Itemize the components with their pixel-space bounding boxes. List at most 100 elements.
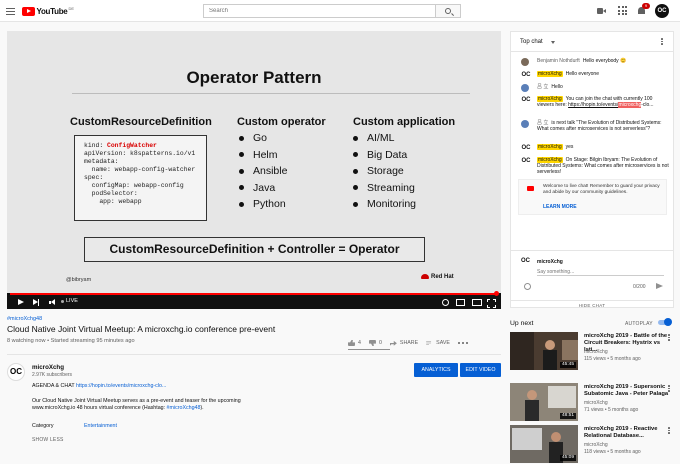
send-icon[interactable] <box>656 283 663 289</box>
application-item: Storage <box>353 163 416 180</box>
description-link[interactable]: https://hopin.to/events/microxchg-clo... <box>76 383 166 389</box>
chat-more-icon[interactable] <box>661 38 663 46</box>
video-hashtag[interactable]: #microXchg48 <box>7 316 42 322</box>
live-text: LIVE <box>66 298 78 304</box>
chevron-down-icon[interactable] <box>551 41 555 44</box>
menu-icon[interactable] <box>6 6 15 15</box>
recommended-more-icon[interactable] <box>668 334 670 342</box>
apps-grid-icon[interactable] <box>618 6 628 16</box>
chat-link-highlight[interactable]: microxchg <box>618 102 642 109</box>
like-button[interactable]: 4 <box>348 340 361 346</box>
chat-author-owner-badge: microXchg <box>537 144 563 150</box>
slide-title: Operator Pattern <box>186 68 322 87</box>
slide-formula: CustomResourceDefinition + Controller = … <box>84 237 425 262</box>
operator-item: Ansible <box>239 163 287 180</box>
scrubber-handle[interactable] <box>494 291 499 296</box>
logo-text: YouTube <box>36 6 68 16</box>
video-duration: 45:45 <box>559 362 576 368</box>
live-indicator[interactable]: LIVE <box>61 298 78 304</box>
video-title: Cloud Native Joint Virtual Meetup: A mic… <box>7 324 276 334</box>
theater-mode-icon[interactable] <box>472 299 482 306</box>
miniplayer-icon[interactable] <box>456 299 465 306</box>
description-text: AGENDA & CHAT <box>32 383 76 389</box>
settings-gear-icon[interactable] <box>441 299 449 306</box>
code-kind-key: kind: <box>84 142 108 149</box>
video-player[interactable]: Operator Pattern CustomResourceDefinitio… <box>7 31 501 309</box>
chat-text: Hello everyone <box>565 71 599 77</box>
recommended-channel[interactable]: microXchg <box>584 442 608 448</box>
show-less-button[interactable]: SHOW LESS <box>32 437 64 443</box>
next-icon[interactable] <box>33 299 41 306</box>
share-button[interactable]: SHARE <box>389 340 418 346</box>
chat-link[interactable]: https://hopin.to/events/ <box>568 102 618 108</box>
learn-more-link[interactable]: LEARN MORE <box>543 204 577 210</box>
dislike-button[interactable]: 0 <box>368 340 382 346</box>
video-thumbnail[interactable]: 45:09 <box>510 425 578 463</box>
volume-icon[interactable] <box>49 299 57 306</box>
speaker-handle: @bibryam <box>66 277 92 283</box>
chat-message: OC microXchg On Stage: Bilgin Ibryam: The… <box>521 157 669 176</box>
chat-mode-dropdown[interactable]: Top chat <box>520 39 543 45</box>
operator-item: Helm <box>239 147 287 164</box>
operator-item: Java <box>239 180 287 197</box>
youtube-logo[interactable]: YouTube DE <box>22 6 74 16</box>
chat-author-owner-badge: microXchg <box>537 71 563 77</box>
chat-text: Hello <box>551 84 563 90</box>
video-meta: 8 watching now • Started streaming 95 mi… <box>7 338 135 344</box>
recommended-video[interactable]: 45:09 microXchg 2019 - Reactive Relation… <box>510 425 674 464</box>
edit-video-button[interactable]: EDIT VIDEO <box>460 363 501 377</box>
progress-bar[interactable] <box>10 293 498 295</box>
recommended-channel[interactable]: microXchg <box>584 349 608 355</box>
video-actions: 4 0 SHARE SAVE <box>348 338 476 348</box>
account-avatar[interactable]: OC <box>655 4 669 18</box>
chat-message-input[interactable] <box>537 268 664 276</box>
logo-country: DE <box>68 6 74 11</box>
recommended-more-icon[interactable] <box>668 427 670 435</box>
like-count: 4 <box>358 340 361 346</box>
chat-message: OC microXchg You can join the chat with c… <box>521 96 669 109</box>
recommended-title[interactable]: microXchg 2019 - Supersonic Subatomic Ja… <box>584 384 672 398</box>
operator-item: Python <box>239 196 287 213</box>
player-controls: LIVE <box>7 291 501 309</box>
recommended-title[interactable]: microXchg 2019 - Reactive Relational Dat… <box>584 426 672 440</box>
channel-avatar[interactable]: OC <box>7 363 25 381</box>
redhat-text: Red Hat <box>431 274 454 281</box>
chat-message: 吕 立 is next talk "The Evolution of Distri… <box>521 120 669 132</box>
search-button[interactable] <box>435 4 461 18</box>
search-input[interactable] <box>203 4 435 18</box>
live-chat-panel: Top chat Benjamin Nothdurft Hello everybo… <box>510 31 674 308</box>
channel-name[interactable]: microXchg <box>32 364 64 371</box>
recommended-video[interactable]: 45:45 microXchg 2019 - Battle of the Cir… <box>510 332 674 372</box>
operator-list: Go Helm Ansible Java Python <box>239 130 287 213</box>
chat-link-tail[interactable]: -clo... <box>641 102 653 108</box>
recommended-video[interactable]: 48:51 microXchg 2019 - Supersonic Subato… <box>510 383 674 423</box>
more-actions-icon[interactable] <box>457 341 468 345</box>
application-list: AI/ML Big Data Storage Streaming Monitor… <box>353 130 416 213</box>
divider <box>7 354 501 355</box>
description-line: Our Cloud Native Joint Virtual Meetup se… <box>32 397 241 404</box>
char-count: 0/200 <box>633 284 646 290</box>
video-thumbnail[interactable]: 45:45 <box>510 332 578 370</box>
chat-text: is next talk "The Evolution of Distribut… <box>537 120 662 133</box>
recommended-channel[interactable]: microXchg <box>584 400 608 406</box>
recommended-more-icon[interactable] <box>668 385 670 393</box>
chat-text: Hello everybody 😊 <box>582 58 627 64</box>
search-bar <box>203 4 461 18</box>
category-link[interactable]: Entertainment <box>84 423 117 429</box>
emoji-icon[interactable] <box>524 283 531 290</box>
description-hashtag-link[interactable]: #microXchg48 <box>167 405 201 411</box>
video-thumbnail[interactable]: 48:51 <box>510 383 578 421</box>
channel-oc-avatar: OC <box>521 97 531 103</box>
hide-chat-button[interactable]: HIDE CHAT <box>511 300 673 309</box>
chat-author: 吕 立 <box>537 84 549 90</box>
fullscreen-icon[interactable] <box>487 299 496 308</box>
description-text: www.microXchg.io 48 hours virtual confer… <box>32 405 167 411</box>
slide-col-application-heading: Custom application <box>353 116 456 128</box>
create-video-icon[interactable] <box>597 6 607 16</box>
play-icon[interactable] <box>17 299 25 306</box>
chat-input-area: OC microXchg 0/200 HIDE CHAT <box>511 250 673 308</box>
autoplay-toggle-knob[interactable] <box>664 318 672 326</box>
analytics-button[interactable]: ANALYTICS <box>414 363 458 377</box>
application-item: Big Data <box>353 147 416 164</box>
save-button[interactable]: SAVE <box>426 340 450 346</box>
